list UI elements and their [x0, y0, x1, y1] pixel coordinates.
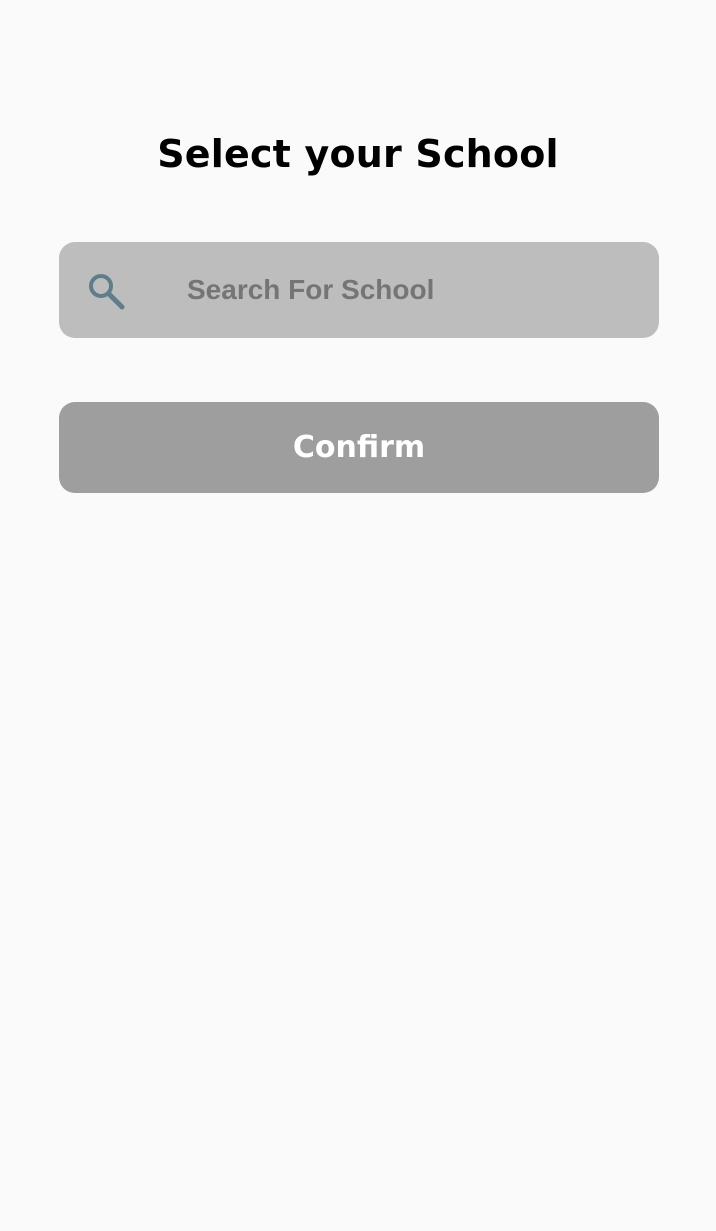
search-icon — [87, 272, 125, 310]
search-box[interactable] — [59, 242, 659, 338]
search-input[interactable] — [187, 266, 637, 314]
select-school-screen: Select your School Confirm — [0, 0, 716, 1231]
confirm-button[interactable]: Confirm — [59, 402, 659, 493]
page-title: Select your School — [157, 132, 559, 176]
